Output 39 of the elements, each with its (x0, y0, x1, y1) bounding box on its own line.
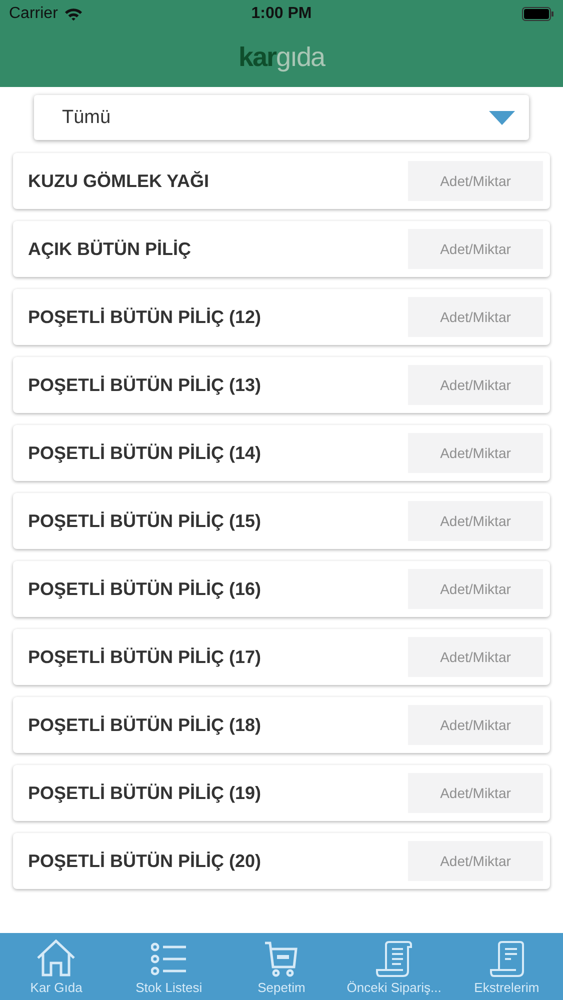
house-icon (36, 939, 76, 977)
quantity-field[interactable]: Adet/Miktar (408, 229, 543, 269)
wifi-icon (64, 7, 83, 21)
product-name: POŞETLİ BÜTÜN PİLİÇ (14) (28, 442, 262, 464)
product-name: POŞETLİ BÜTÜN PİLİÇ (19) (28, 782, 262, 804)
quantity-field[interactable]: Adet/Miktar (408, 705, 543, 745)
carrier-name: Carrier (9, 5, 58, 23)
battery-icon (522, 7, 554, 21)
quantity-field[interactable]: Adet/Miktar (408, 773, 543, 813)
product-name: AÇIK BÜTÜN PİLİÇ (28, 238, 191, 260)
tab-item[interactable]: Stok Listesi (114, 941, 224, 995)
product-name: POŞETLİ BÜTÜN PİLİÇ (12) (28, 306, 262, 328)
status-time: 1:00 PM (251, 5, 312, 23)
tab-item[interactable]: Kar Gıda (1, 939, 112, 995)
product-name: POŞETLİ BÜTÜN PİLİÇ (15) (28, 510, 262, 532)
list-icon (150, 941, 187, 977)
quantity-field[interactable]: Adet/Miktar (408, 569, 543, 609)
product-name: KUZU GÖMLEK YAĞI (28, 170, 210, 192)
dropdown-triangle-icon (489, 110, 515, 124)
quantity-field[interactable]: Adet/Miktar (408, 841, 543, 881)
category-dropdown[interactable]: Tümü (34, 95, 529, 140)
quantity-field[interactable]: Adet/Miktar (408, 501, 543, 541)
product-name: POŞETLİ BÜTÜN PİLİÇ (20) (28, 850, 262, 872)
quantity-field[interactable]: Adet/Miktar (408, 297, 543, 337)
quantity-field[interactable]: Adet/Miktar (408, 433, 543, 473)
tab-item[interactable]: Ekstrelerim (452, 941, 562, 995)
logo: kargıda (238, 44, 325, 71)
quantity-field[interactable]: Adet/Miktar (408, 161, 543, 201)
cart-icon (264, 941, 298, 977)
product-name: POŞETLİ BÜTÜN PİLİÇ (13) (28, 374, 262, 396)
document-icon (376, 941, 412, 977)
product-name: POŞETLİ BÜTÜN PİLİÇ (18) (28, 714, 262, 736)
tab-item[interactable]: Önceki Sipariş... (339, 941, 450, 995)
quantity-field[interactable]: Adet/Miktar (408, 637, 543, 677)
product-name: POŞETLİ BÜTÜN PİLİÇ (16) (28, 578, 262, 600)
tab-item[interactable]: Sepetim (226, 941, 336, 995)
product-name: POŞETLİ BÜTÜN PİLİÇ (17) (28, 646, 262, 668)
quantity-field[interactable]: Adet/Miktar (408, 365, 543, 405)
receipt-icon (490, 941, 524, 977)
